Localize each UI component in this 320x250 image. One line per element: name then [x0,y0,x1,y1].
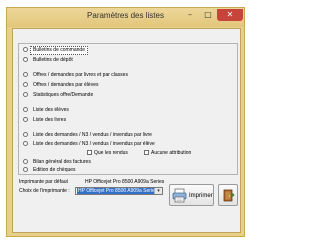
default-printer-label: Imprimante par défaut [19,179,68,185]
print-button[interactable]: Imprimer [169,184,214,206]
option-label: Offres / demandes par livres et par clas… [33,72,128,78]
default-printer-value: HP Officejet Pro 8500 A909a Series [85,179,165,185]
radio-button[interactable] [23,132,28,137]
exit-button[interactable] [218,184,238,206]
option-label: Offres / demandes par élèves [33,82,99,88]
checkbox[interactable] [144,150,149,155]
option-label: Liste des demandes / N3 / vendus / inven… [33,132,152,138]
option-label: Statistiques offre/Demande [33,92,94,98]
checkbox-label: Aucune attribution [151,150,192,156]
list-options-group: Bulletins de commande Bulletins de dépôt… [18,43,238,175]
option-label: Bilan général des factures [33,159,91,165]
printer-choice-label: Choix de l'imprimante : [19,188,70,194]
minimize-button[interactable]: – [182,9,198,21]
radio-button[interactable] [23,47,28,52]
chevron-down-icon[interactable]: ▾ [154,188,162,194]
checkbox[interactable] [87,150,92,155]
close-button[interactable]: ✕ [217,9,243,21]
dialog-window: Paramètres des listes – □ ✕ Bulletins de… [6,7,245,237]
option-label: Liste des demandes / N3 / vendus / inven… [33,141,155,147]
checkbox-label: Que les rendus [94,150,128,156]
radio-button[interactable] [23,92,28,97]
dialog-body: Bulletins de commande Bulletins de dépôt… [12,28,241,233]
exit-door-icon [223,189,235,202]
print-button-label: Imprimer [189,193,213,199]
printer-select[interactable]: HP Officejet Pro 8500 A909a Series ▾ [75,187,163,195]
radio-button[interactable] [23,72,28,77]
printer-icon [172,188,187,203]
maximize-button[interactable]: □ [200,9,216,21]
title-bar: Paramètres des listes – □ ✕ [7,8,244,27]
option-label: Edition de chèques [33,167,76,173]
radio-button[interactable] [23,167,28,172]
option-label: Liste des livres [33,117,67,123]
radio-button[interactable] [23,141,28,146]
radio-button[interactable] [23,82,28,87]
radio-button[interactable] [23,159,28,164]
radio-button[interactable] [23,57,28,62]
radio-button[interactable] [23,117,28,122]
option-label: Bulletins de commande [30,46,88,55]
radio-button[interactable] [23,107,28,112]
option-label: Liste des élèves [33,107,69,113]
option-label: Bulletins de dépôt [33,57,73,63]
printer-select-value: HP Officejet Pro 8500 A909a Series [77,188,159,194]
